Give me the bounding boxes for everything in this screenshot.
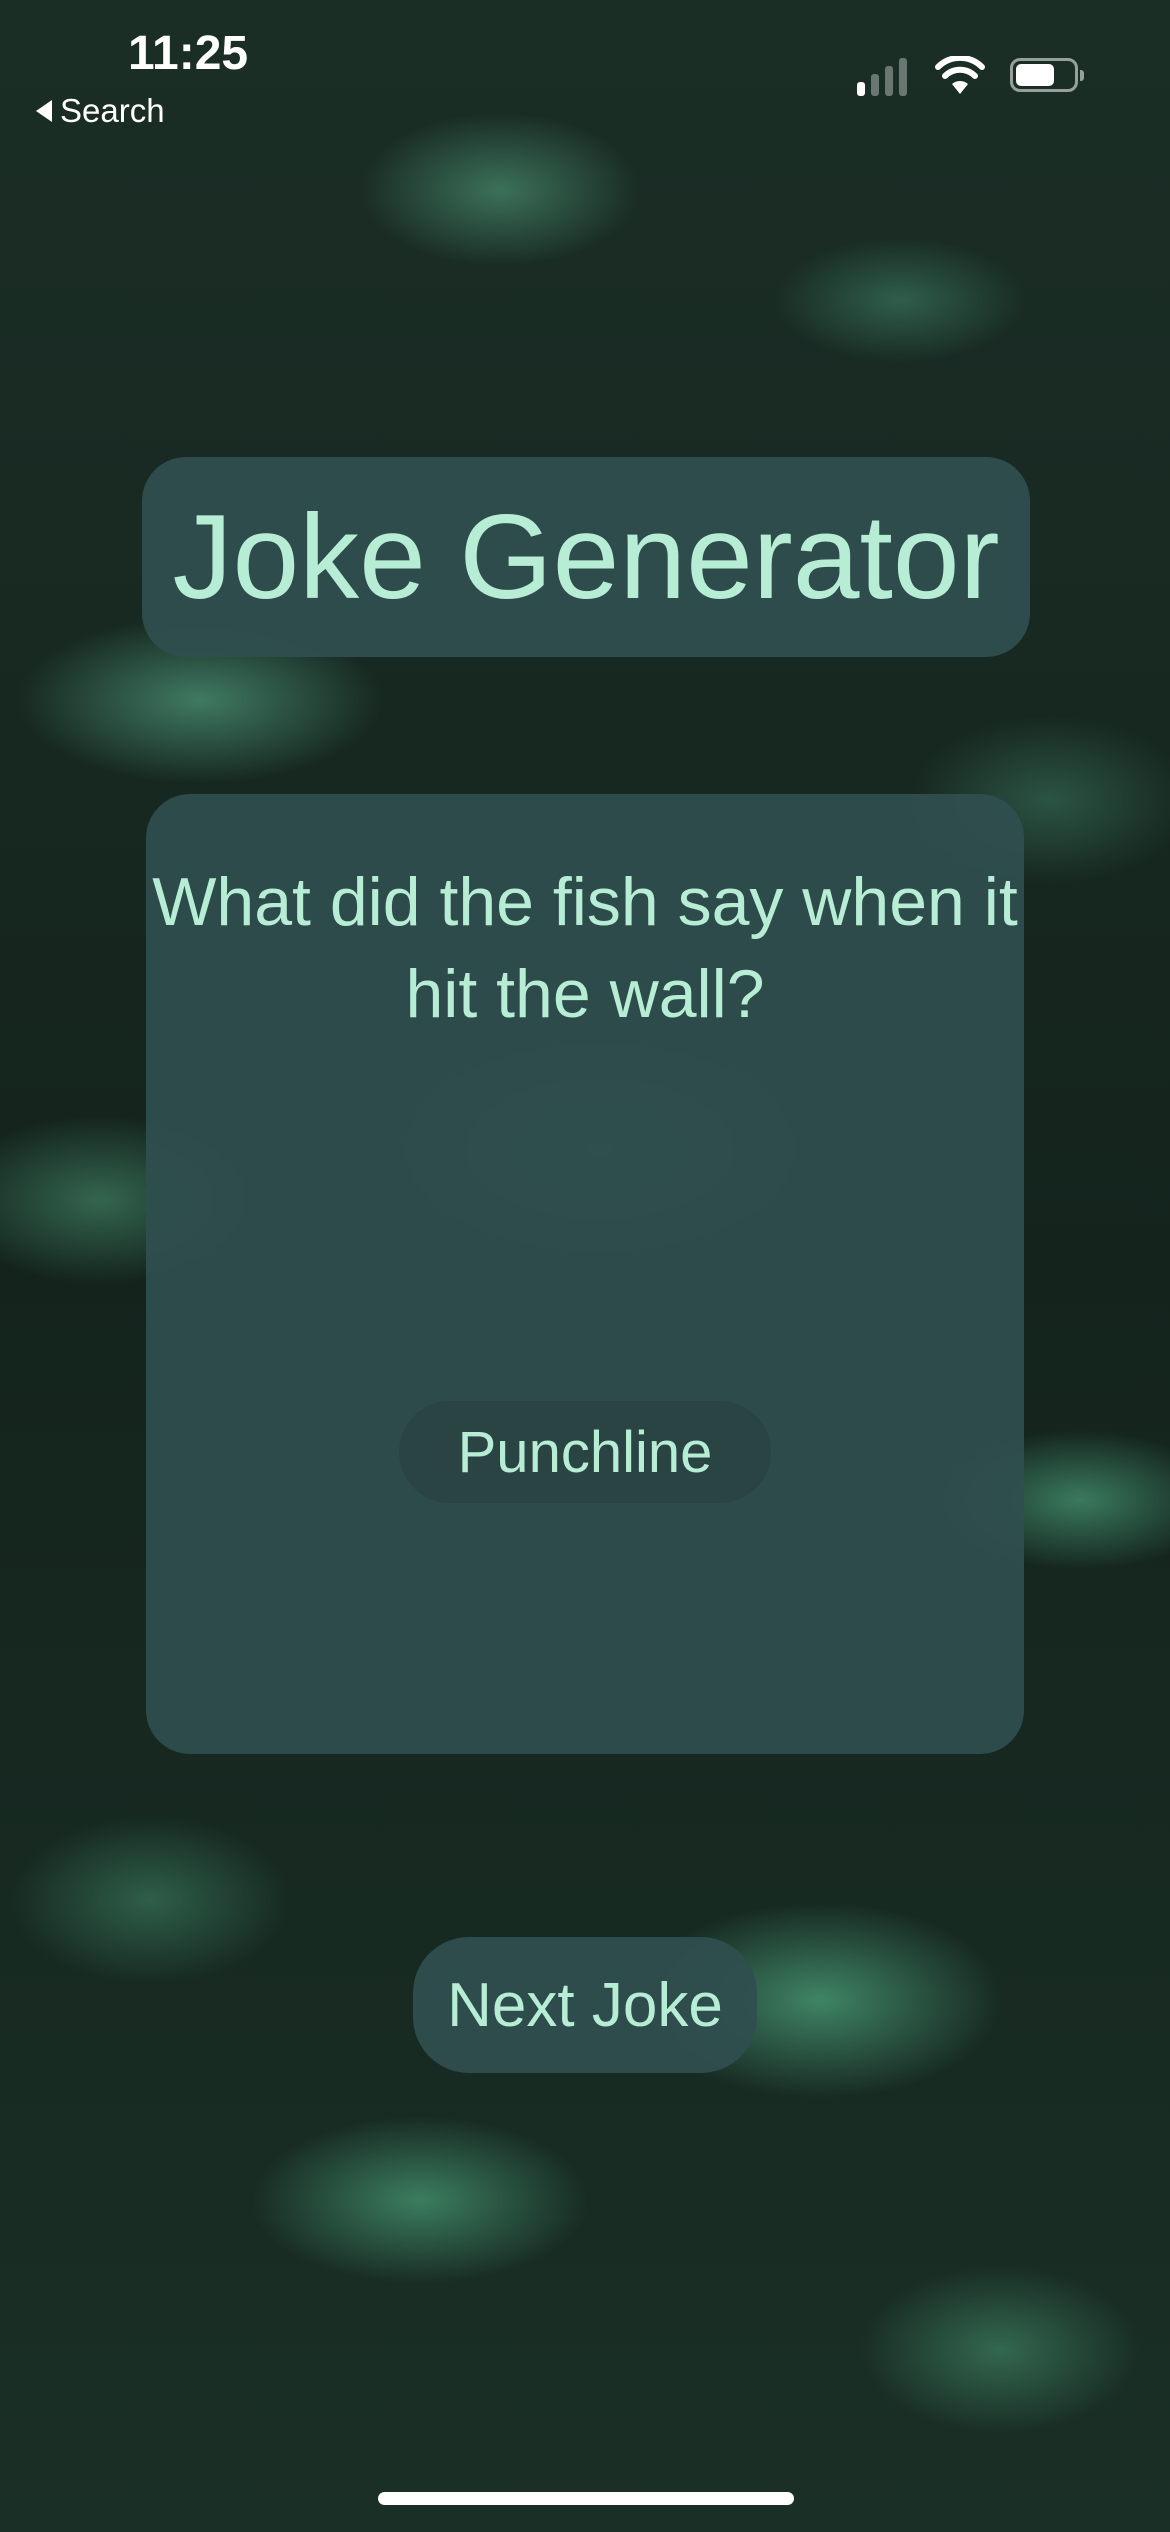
back-to-search-link[interactable]: Search: [36, 92, 165, 130]
joke-card: What did the fish say when it hit the wa…: [146, 794, 1024, 1754]
cellular-signal-icon: [857, 58, 907, 96]
wifi-icon: [935, 56, 985, 94]
back-label: Search: [60, 92, 165, 129]
back-arrow-icon: [36, 100, 52, 122]
page-title: Joke Generator: [142, 457, 1030, 657]
battery-icon: [1010, 58, 1084, 92]
status-time: 11:25: [128, 27, 249, 80]
home-indicator[interactable]: [378, 2492, 794, 2505]
punchline-button[interactable]: Punchline: [399, 1401, 771, 1503]
status-bar: 11:25 Search: [0, 0, 1170, 140]
next-joke-button[interactable]: Next Joke: [413, 1937, 757, 2073]
joke-setup: What did the fish say when it hit the wa…: [152, 864, 1018, 1032]
